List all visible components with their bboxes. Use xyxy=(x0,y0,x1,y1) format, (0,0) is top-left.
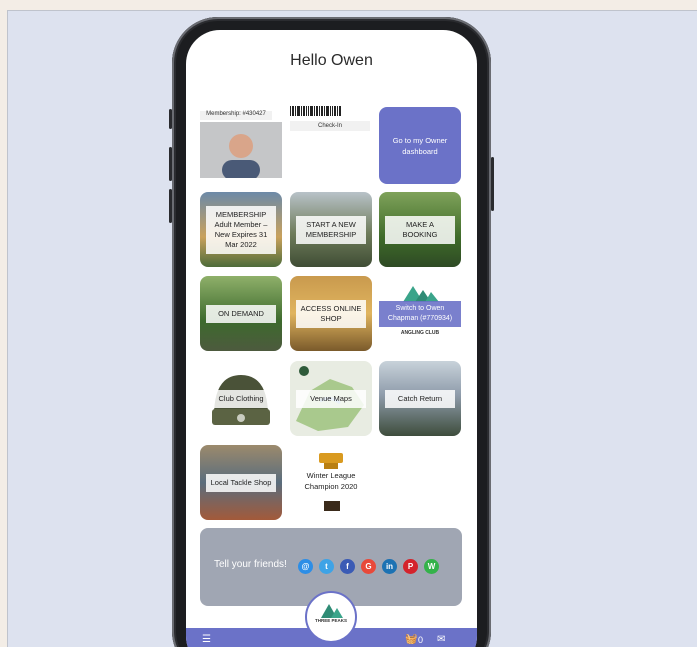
online-shop-tile[interactable]: ACCESS ONLINE SHOP xyxy=(290,276,372,351)
membership-tile-label: MEMBERSHIP Adult Member – New Expires 31… xyxy=(206,205,276,254)
switch-account-tile[interactable]: Switch to Owen Chapman (#770934) ANGLING… xyxy=(379,276,461,351)
venue-maps-tile[interactable]: Venue Maps xyxy=(290,361,372,436)
club-clothing-label: Club Clothing xyxy=(206,389,276,408)
start-membership-label: START A NEW MEMBERSHIP xyxy=(296,215,366,244)
logo-text: THREE PEAKS xyxy=(314,618,347,623)
email-share-icon[interactable]: @ xyxy=(298,559,313,574)
on-demand-label: ON DEMAND xyxy=(206,304,276,323)
facebook-share-icon[interactable]: f xyxy=(340,559,355,574)
venue-maps-label: Venue Maps xyxy=(296,389,366,408)
club-logo[interactable]: THREE PEAKS xyxy=(305,591,357,643)
catch-return-tile[interactable]: Catch Return xyxy=(379,361,461,436)
basket-count: 0 xyxy=(418,635,424,645)
on-demand-tile[interactable]: ON DEMAND xyxy=(200,276,282,351)
catch-return-label: Catch Return xyxy=(385,389,455,408)
whatsapp-share-icon[interactable]: W xyxy=(424,559,439,574)
page-title: Hello Owen xyxy=(290,52,373,69)
google-share-icon[interactable]: G xyxy=(361,559,376,574)
booking-label: MAKE A BOOKING xyxy=(385,215,455,244)
start-membership-tile[interactable]: START A NEW MEMBERSHIP xyxy=(290,192,372,267)
phone-button xyxy=(491,157,494,211)
share-label: Tell your friends! xyxy=(214,559,287,570)
club-clothing-tile[interactable]: Club Clothing xyxy=(200,361,282,436)
basket-icon[interactable]: 🧺 xyxy=(405,634,417,645)
avatar xyxy=(200,122,282,178)
pinterest-share-icon[interactable]: P xyxy=(403,559,418,574)
checkin-label[interactable]: Check-In xyxy=(290,121,370,131)
menu-icon[interactable]: ☰ xyxy=(202,634,211,645)
app-screen: Hello Owen Membership: #430427 Check-In … xyxy=(186,30,477,647)
owner-dashboard-button[interactable]: Go to my Owner dashboard xyxy=(379,107,461,184)
phone-button xyxy=(169,109,172,129)
online-shop-label: ACCESS ONLINE SHOP xyxy=(296,299,366,328)
switch-account-label: Switch to Owen Chapman (#770934) xyxy=(379,301,461,327)
avatar-image xyxy=(200,122,282,178)
phone-button xyxy=(169,189,172,223)
phone-button xyxy=(169,147,172,181)
club-name: ANGLING CLUB xyxy=(400,330,440,336)
membership-number: Membership: #430427 xyxy=(200,111,272,120)
booking-tile[interactable]: MAKE A BOOKING xyxy=(379,192,461,267)
twitter-share-icon[interactable]: t xyxy=(319,559,334,574)
mail-icon[interactable]: ✉ xyxy=(437,634,445,645)
linkedin-share-icon[interactable]: in xyxy=(382,559,397,574)
trophy-label: Winter League Champion 2020 xyxy=(304,471,358,491)
tackle-shop-tile[interactable]: Local Tackle Shop xyxy=(200,445,282,520)
tackle-shop-label: Local Tackle Shop xyxy=(206,473,276,492)
browser-viewport: Hello Owen Membership: #430427 Check-In … xyxy=(7,10,697,647)
phone-frame: Hello Owen Membership: #430427 Check-In … xyxy=(169,17,494,647)
membership-tile[interactable]: MEMBERSHIP Adult Member – New Expires 31… xyxy=(200,192,282,267)
